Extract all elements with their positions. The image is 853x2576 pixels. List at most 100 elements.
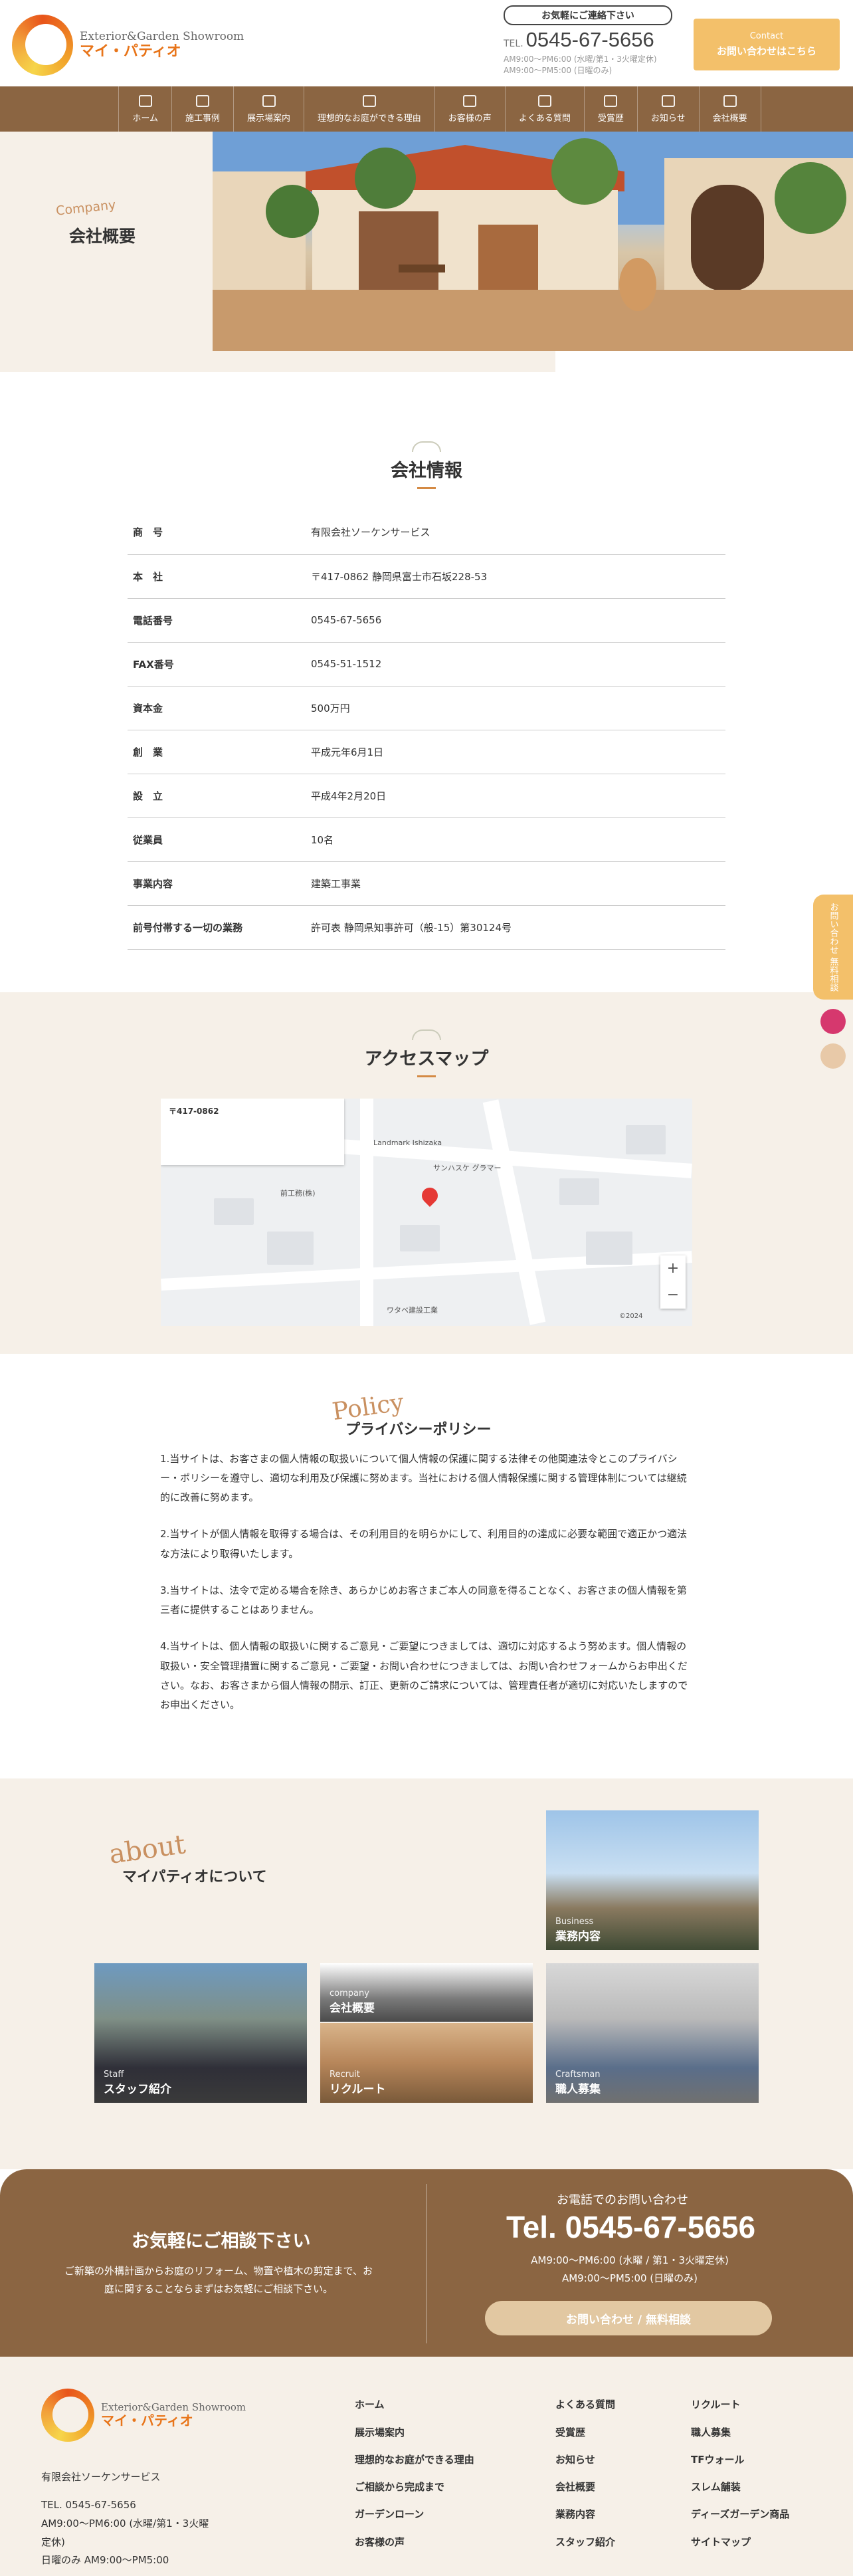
- tile-recruit[interactable]: Recruit リクルート: [320, 2023, 533, 2103]
- user-icon: [463, 94, 477, 107]
- table-row: FAX番号 0545-51-1512: [128, 642, 725, 687]
- tile-staff[interactable]: Staff スタッフ紹介: [94, 1963, 307, 2103]
- footer-link[interactable]: 会社概要: [555, 2474, 615, 2501]
- policy-body: 1.当サイトは、お客さまの個人情報の取扱いについて個人情報の保護に関する法律その…: [160, 1449, 693, 1715]
- privacy-policy-section: Policy プライバシーポリシー 1.当サイトは、お客さまの個人情報の取扱いに…: [0, 1353, 853, 1779]
- section-title: マイパティオについて: [122, 1869, 267, 1886]
- footer-link[interactable]: TFウォール: [691, 2446, 789, 2474]
- cta-phone-number[interactable]: Tel. 0545-67-5656: [506, 2209, 755, 2245]
- tile-en: Business: [555, 1917, 594, 1927]
- footer-tel[interactable]: TEL. 0545-67-5656: [41, 2496, 214, 2515]
- tile-business[interactable]: Business 業務内容: [546, 1810, 759, 1951]
- map-pin-icon[interactable]: [419, 1184, 441, 1207]
- footer-link[interactable]: 業務内容: [555, 2501, 615, 2528]
- row-label: 創 業: [128, 730, 306, 774]
- map-label: 前工務(株): [280, 1188, 316, 1198]
- policy-paragraph: 3.当サイトは、法令で定める場合を除き、あらかじめお客さまご本人の同意を得ること…: [160, 1584, 687, 1616]
- footer-link[interactable]: スタッフ紹介: [555, 2529, 615, 2556]
- row-value: 0545-51-1512: [306, 642, 725, 687]
- logo-mark: [41, 2389, 94, 2442]
- instagram-icon[interactable]: [820, 1009, 846, 1034]
- cta-contact-button[interactable]: お問い合わせ / 無料相談: [485, 2301, 772, 2336]
- tile-label: スタッフ紹介: [104, 2083, 171, 2097]
- table-row: 創 業平成元年6月1日: [128, 730, 725, 774]
- home-icon: [138, 94, 152, 107]
- row-label: 事業内容: [128, 861, 306, 906]
- footer-link[interactable]: ホーム: [355, 2391, 474, 2418]
- footer-link[interactable]: 展示場案内: [355, 2419, 474, 2446]
- row-value: 10名: [306, 817, 725, 862]
- nav-item-news[interactable]: お知らせ: [636, 86, 699, 132]
- tile-craftsman[interactable]: Craftsman 職人募集: [546, 1963, 759, 2103]
- row-label: 従業員: [128, 817, 306, 862]
- hero-photo-illustration: [213, 132, 853, 351]
- nav-item-faq[interactable]: よくある質問: [504, 86, 584, 132]
- footer-link[interactable]: 理想的なお庭ができる理由: [355, 2446, 474, 2474]
- contact-cta-section: お気軽にご相談下さい ご新築の外構計画からお庭のリフォーム、物置や植木の剪定まで…: [0, 2169, 853, 2357]
- hero-photo: [213, 132, 853, 351]
- footer-link[interactable]: サイトマップ: [691, 2529, 789, 2556]
- nav-item-awards[interactable]: 受賞歴: [583, 86, 637, 132]
- nav-item-company[interactable]: 会社概要: [698, 86, 761, 132]
- header-contact-button[interactable]: Contact お問い合わせはこちら: [694, 19, 840, 70]
- logo-ja-text: マイ・パティオ: [101, 2413, 193, 2429]
- side-contact-button[interactable]: お問い合わせ 無料相談: [813, 895, 853, 1000]
- footer-link[interactable]: お知らせ: [555, 2446, 615, 2474]
- tile-company[interactable]: company 会社概要: [320, 1963, 533, 2022]
- nav-item-showroom[interactable]: 展示場案内: [233, 86, 304, 132]
- table-row: 本 社〒417-0862 静岡県富士市石坂228-53: [128, 554, 725, 599]
- footer-link[interactable]: リクルート: [691, 2391, 789, 2418]
- footer-nav-col-3: リクルート 職人募集 TFウォール スレム舗装 ディーズガーデン商品 サイトマッ…: [691, 2391, 789, 2556]
- nav-item-works[interactable]: 施工事例: [171, 86, 233, 132]
- footer-link[interactable]: お客様の声: [355, 2529, 474, 2556]
- site-header: Exterior&Garden Showroom マイ・パティオ お気軽にご連絡…: [0, 0, 853, 86]
- map-card-title: 〒417-0862: [169, 1106, 219, 1116]
- row-value: 0545-67-5656: [306, 598, 725, 643]
- nav-item-voice[interactable]: お客様の声: [434, 86, 505, 132]
- policy-paragraph: 2.当サイトが個人情報を取得する場合は、その利用目的を明らかにして、利用目的の達…: [160, 1528, 688, 1560]
- nav-label: ホーム: [132, 113, 159, 124]
- nav-label: 理想的なお庭ができる理由: [318, 113, 421, 124]
- about-section: about マイパティオについて company 会社概要 Business 業務内…: [0, 1778, 853, 2170]
- main-nav: ホーム 施工事例 展示場案内 理想的なお庭ができる理由 お客様の声 よくある質問…: [0, 86, 853, 132]
- access-section: アクセスマップ 〒417-0862 Landmark Ishizaka サンハス…: [0, 992, 853, 1354]
- tile-label: 業務内容: [555, 1930, 601, 1944]
- footer-link[interactable]: よくある質問: [555, 2391, 615, 2418]
- footer-company-info: 有限会社ソーケンサービス TEL. 0545-67-5656 AM9:00〜PM…: [41, 2468, 214, 2570]
- table-row: 前号付帯する一切の業務 許可表 静岡県知事許可（般-15）第30124号: [128, 905, 725, 950]
- chat-icon: [537, 94, 551, 107]
- row-value: 〒417-0862 静岡県富士市石坂228-53: [306, 554, 725, 599]
- logo-ja-text: マイ・パティオ: [80, 43, 181, 60]
- cta-hours-weekday: AM9:00〜PM6:00 (水曜 / 第1・3火曜定休): [531, 2254, 729, 2267]
- row-value: 平成4年2月20日: [306, 774, 725, 818]
- nav-label: 会社概要: [712, 113, 747, 124]
- map-info-card: 〒417-0862: [161, 1098, 344, 1165]
- footer-link[interactable]: ディーズガーデン商品: [691, 2501, 789, 2528]
- header-tel-block: お気軽にご連絡下さい TEL. 0545-67-5656 AM9:00〜PM6:…: [504, 5, 678, 78]
- row-label: 商 号: [128, 510, 306, 555]
- google-map[interactable]: 〒417-0862 Landmark Ishizaka サンハスケ グラマー ワ…: [161, 1098, 692, 1326]
- footer-link[interactable]: ガーデンローン: [355, 2501, 474, 2528]
- map-zoom-controls: + −: [660, 1255, 686, 1309]
- zoom-out-icon[interactable]: −: [667, 1287, 679, 1303]
- header-tel-number[interactable]: 0545-67-5656: [526, 28, 654, 52]
- footer-link[interactable]: スレム舗装: [691, 2474, 789, 2501]
- nav-item-home[interactable]: ホーム: [118, 86, 171, 132]
- footer-link[interactable]: 職人募集: [691, 2419, 789, 2446]
- policy-paragraph: 1.当サイトは、お客さまの個人情報の取扱いについて個人情報の保護に関する法律その…: [160, 1452, 687, 1504]
- row-value: 500万円: [306, 686, 725, 730]
- youtube-icon[interactable]: [820, 1043, 846, 1069]
- footer-link[interactable]: ご相談から完成まで: [355, 2474, 474, 2501]
- site-logo[interactable]: Exterior&Garden Showroom マイ・パティオ: [12, 15, 244, 76]
- section-title: アクセスマップ: [0, 1029, 853, 1077]
- footer-link[interactable]: 受賞歴: [555, 2419, 615, 2446]
- nav-item-reason[interactable]: 理想的なお庭ができる理由: [304, 86, 434, 132]
- table-row: 設 立平成4年2月20日: [128, 774, 725, 818]
- logo-mark: [12, 15, 73, 76]
- cta-phone-label: お電話でのお問い合わせ: [557, 2193, 688, 2208]
- tile-label: 会社概要: [330, 2002, 375, 2016]
- page-title: 会社概要: [69, 227, 136, 246]
- footer-logo[interactable]: Exterior&Garden Showroom マイ・パティオ: [41, 2389, 246, 2442]
- tile-label: リクルート: [330, 2083, 386, 2097]
- zoom-in-icon[interactable]: +: [667, 1260, 679, 1277]
